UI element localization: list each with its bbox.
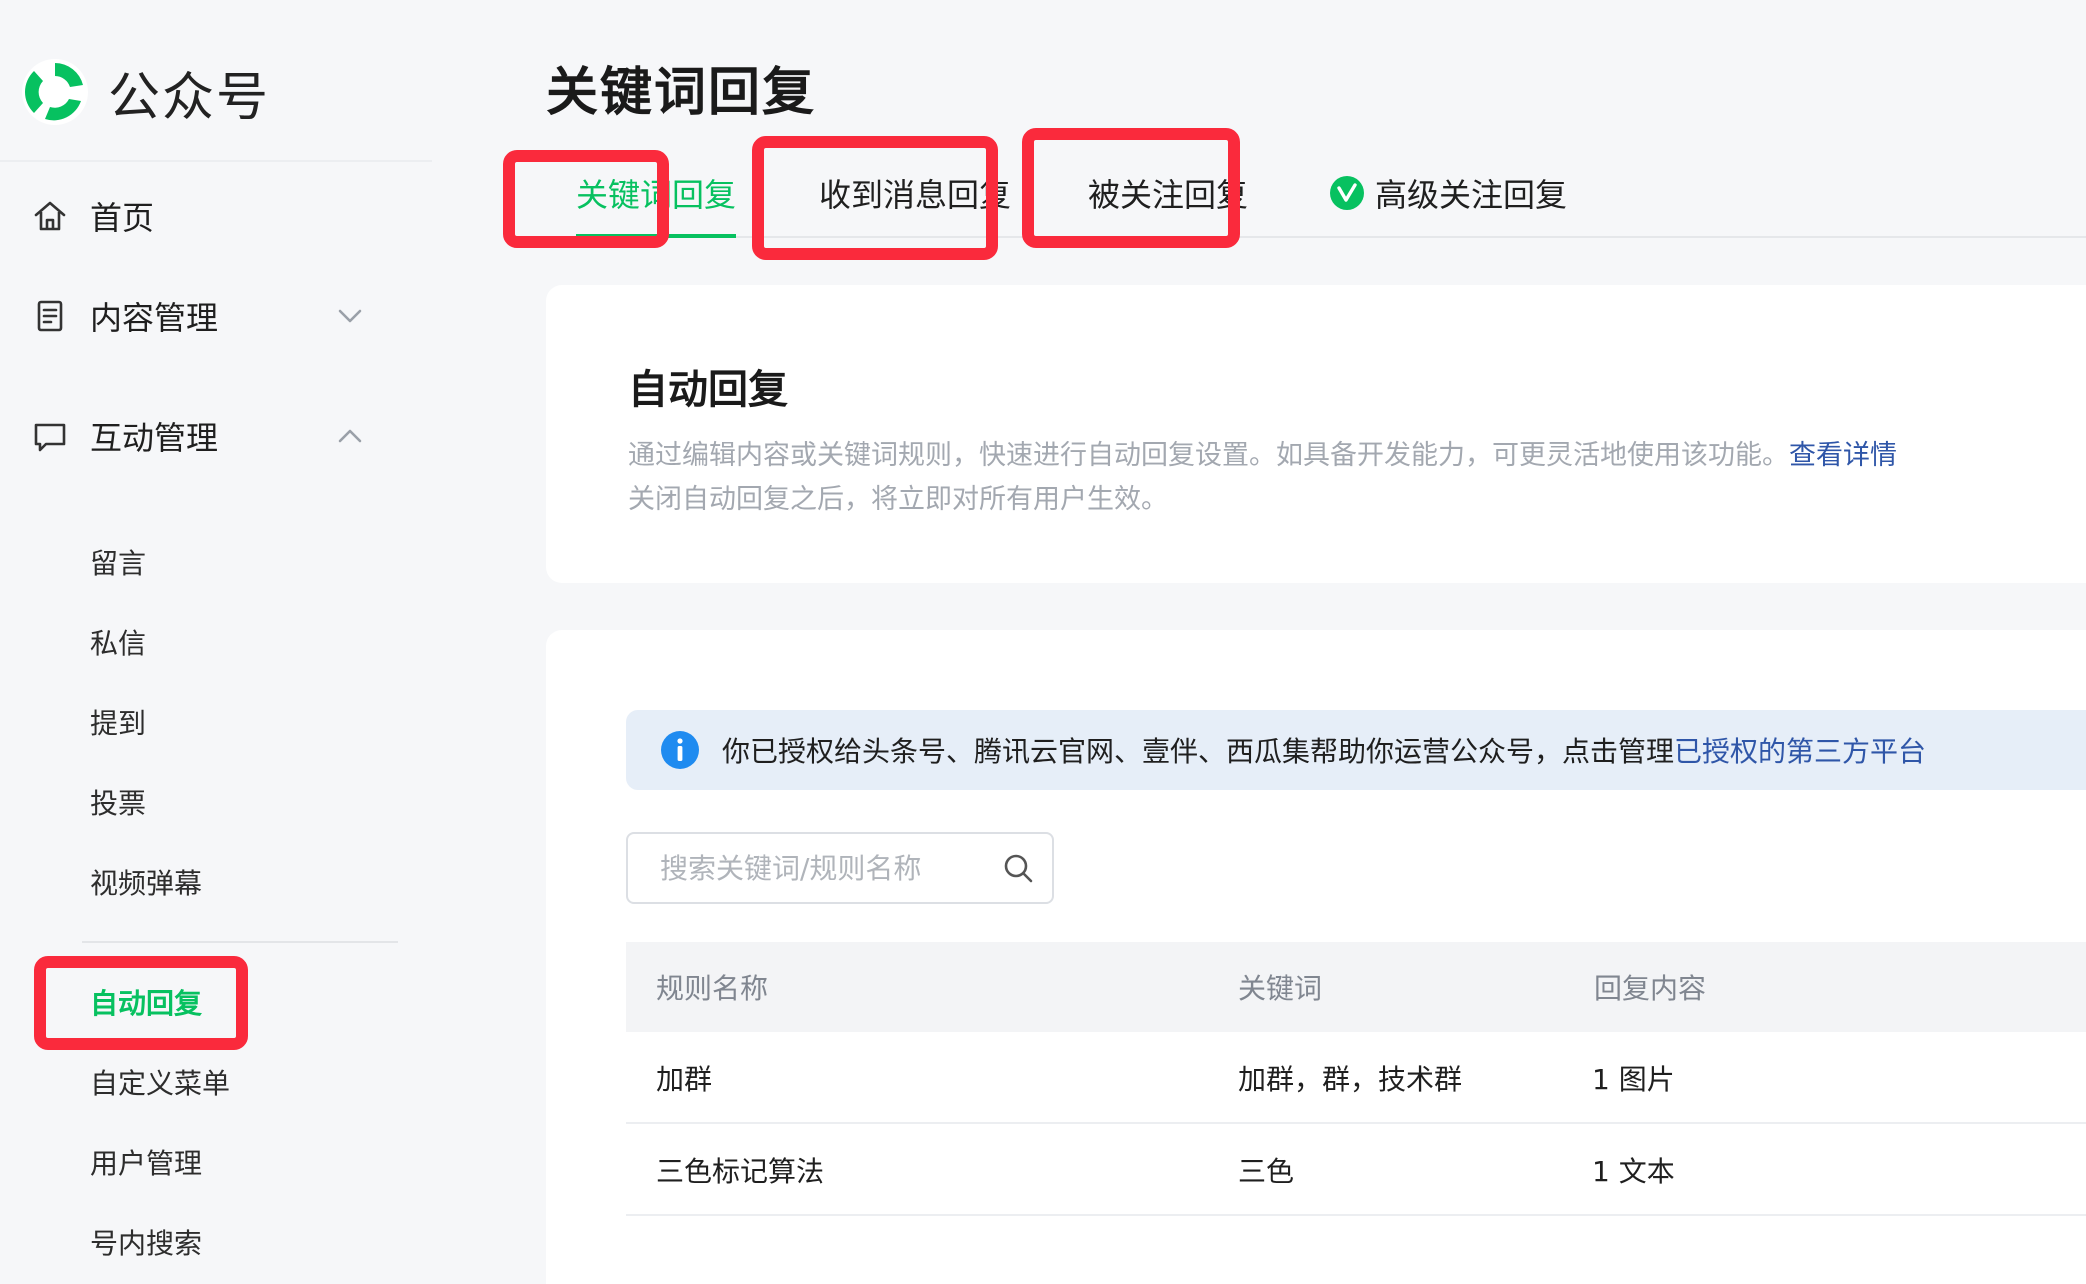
chevron-up-icon[interactable] bbox=[334, 420, 366, 452]
sidebar-subitem-custom-menu[interactable]: 自定义菜单 bbox=[0, 1050, 432, 1114]
chevron-down-icon[interactable] bbox=[334, 300, 366, 332]
sidebar-subitem-mentions[interactable]: 提到 bbox=[0, 690, 432, 754]
wechat-official-account-logo-icon bbox=[22, 59, 88, 125]
description-text: 通过编辑内容或关键词规则，快速进行自动回复设置。如具备开发能力，可更灵活地使用该… bbox=[628, 440, 1789, 471]
tab-bar: 关键词回复 收到消息回复 被关注回复 高级关注回复 bbox=[514, 150, 2086, 238]
brand[interactable]: 公众号 bbox=[20, 52, 270, 132]
auto-reply-intro-card: 自动回复 通过编辑内容或关键词规则，快速进行自动回复设置。如具备开发能力，可更灵… bbox=[546, 285, 2086, 583]
sidebar-item-home[interactable]: 首页 bbox=[0, 176, 432, 256]
third-party-platform-link[interactable]: 已授权的第三方平台 bbox=[1674, 735, 1926, 768]
sidebar-subitem-label: 自定义菜单 bbox=[90, 1067, 231, 1100]
sidebar-subitem-label: 私信 bbox=[90, 627, 147, 660]
tab-label: 高级关注回复 bbox=[1375, 176, 1568, 214]
keyword-rules-card: 你已授权给头条号、腾讯云官网、壹伴、西瓜集帮助你运营公众号，点击管理已授权的第三… bbox=[546, 630, 2086, 1284]
authorization-notice: 你已授权给头条号、腾讯云官网、壹伴、西瓜集帮助你运营公众号，点击管理已授权的第三… bbox=[626, 710, 2086, 790]
cell-rule-name: 加群 bbox=[656, 1063, 713, 1096]
sidebar-subitem-label: 用户管理 bbox=[90, 1147, 203, 1180]
cell-reply-content: 1 文本 bbox=[1592, 1155, 1675, 1188]
sidebar-divider bbox=[0, 160, 432, 162]
chat-icon bbox=[34, 423, 66, 452]
verified-badge-icon bbox=[1330, 176, 1364, 210]
section-description: 通过编辑内容或关键词规则，快速进行自动回复设置。如具备开发能力，可更灵活地使用该… bbox=[628, 433, 1897, 472]
annotation-highlight-box bbox=[503, 150, 669, 248]
sidebar-item-label: 首页 bbox=[90, 199, 155, 237]
sidebar-subitem-label: 视频弹幕 bbox=[90, 867, 203, 900]
main-content: 关键词回复 关键词回复 收到消息回复 被关注回复 高级关注回复 自动回复 通过编… bbox=[432, 0, 2086, 1284]
table-row[interactable]: 加群 加群，群，技术群 1 图片 bbox=[626, 1032, 2086, 1124]
sidebar-subitem-comments[interactable]: 留言 bbox=[0, 530, 432, 594]
sidebar-subitem-votes[interactable]: 投票 bbox=[0, 770, 432, 834]
annotation-highlight-box bbox=[34, 956, 248, 1050]
sidebar-item-interaction-management[interactable]: 互动管理 bbox=[0, 396, 432, 476]
app-window: 公众号 首页 内容管理 互动管理 留言 私信 提到 投票 视频弹幕 自动回复 自… bbox=[0, 0, 2086, 1284]
table-row[interactable]: 三色标记算法 三色 1 文本 bbox=[626, 1124, 2086, 1216]
tab-advanced-follow-reply[interactable]: 高级关注回复 bbox=[1329, 150, 1567, 236]
document-icon bbox=[37, 300, 63, 332]
sidebar-subitem-label: 投票 bbox=[90, 787, 147, 820]
info-icon bbox=[661, 731, 699, 769]
notice-message: 你已授权给头条号、腾讯云官网、壹伴、西瓜集帮助你运营公众号，点击管理 bbox=[722, 735, 1675, 768]
annotation-highlight-box bbox=[1022, 128, 1240, 248]
sidebar-subitem-label: 提到 bbox=[90, 707, 147, 740]
section-title: 自动回复 bbox=[628, 367, 788, 413]
section-description-note: 关闭自动回复之后，将立即对所有用户生效。 bbox=[628, 484, 1168, 515]
cell-reply-content: 1 图片 bbox=[1592, 1063, 1675, 1096]
sidebar: 公众号 首页 内容管理 互动管理 留言 私信 提到 投票 视频弹幕 自动回复 自… bbox=[0, 0, 432, 1284]
sidebar-subitem-label: 号内搜索 bbox=[90, 1227, 203, 1260]
sidebar-subitem-label: 留言 bbox=[90, 547, 147, 580]
annotation-highlight-box bbox=[752, 136, 998, 260]
cell-keywords: 三色 bbox=[1238, 1155, 1295, 1188]
sidebar-subitem-user-management[interactable]: 用户管理 bbox=[0, 1130, 432, 1194]
sidebar-subitem-private-messages[interactable]: 私信 bbox=[0, 610, 432, 674]
column-header-rule-name: 规则名称 bbox=[656, 972, 769, 1005]
sidebar-item-label: 互动管理 bbox=[90, 419, 219, 457]
sidebar-item-content-management[interactable]: 内容管理 bbox=[0, 276, 432, 356]
sidebar-subitem-video-danmaku[interactable]: 视频弹幕 bbox=[0, 850, 432, 914]
page-title: 关键词回复 bbox=[546, 63, 817, 123]
sidebar-item-label: 内容管理 bbox=[90, 299, 219, 337]
brand-name: 公众号 bbox=[108, 67, 271, 128]
search-input[interactable] bbox=[626, 832, 1054, 904]
search-icon[interactable] bbox=[1002, 852, 1034, 884]
column-header-reply-content: 回复内容 bbox=[1594, 972, 1707, 1005]
sidebar-subitem-account-search[interactable]: 号内搜索 bbox=[0, 1210, 432, 1274]
column-header-keywords: 关键词 bbox=[1238, 972, 1323, 1005]
cell-rule-name: 三色标记算法 bbox=[656, 1155, 825, 1188]
sidebar-section-divider bbox=[82, 941, 398, 943]
view-details-link[interactable]: 查看详情 bbox=[1789, 440, 1897, 471]
table-header: 规则名称 关键词 回复内容 bbox=[626, 942, 2086, 1032]
cell-keywords: 加群，群，技术群 bbox=[1238, 1063, 1463, 1096]
notice-text: 你已授权给头条号、腾讯云官网、壹伴、西瓜集帮助你运营公众号，点击管理已授权的第三… bbox=[722, 730, 1926, 770]
home-icon bbox=[34, 201, 66, 231]
